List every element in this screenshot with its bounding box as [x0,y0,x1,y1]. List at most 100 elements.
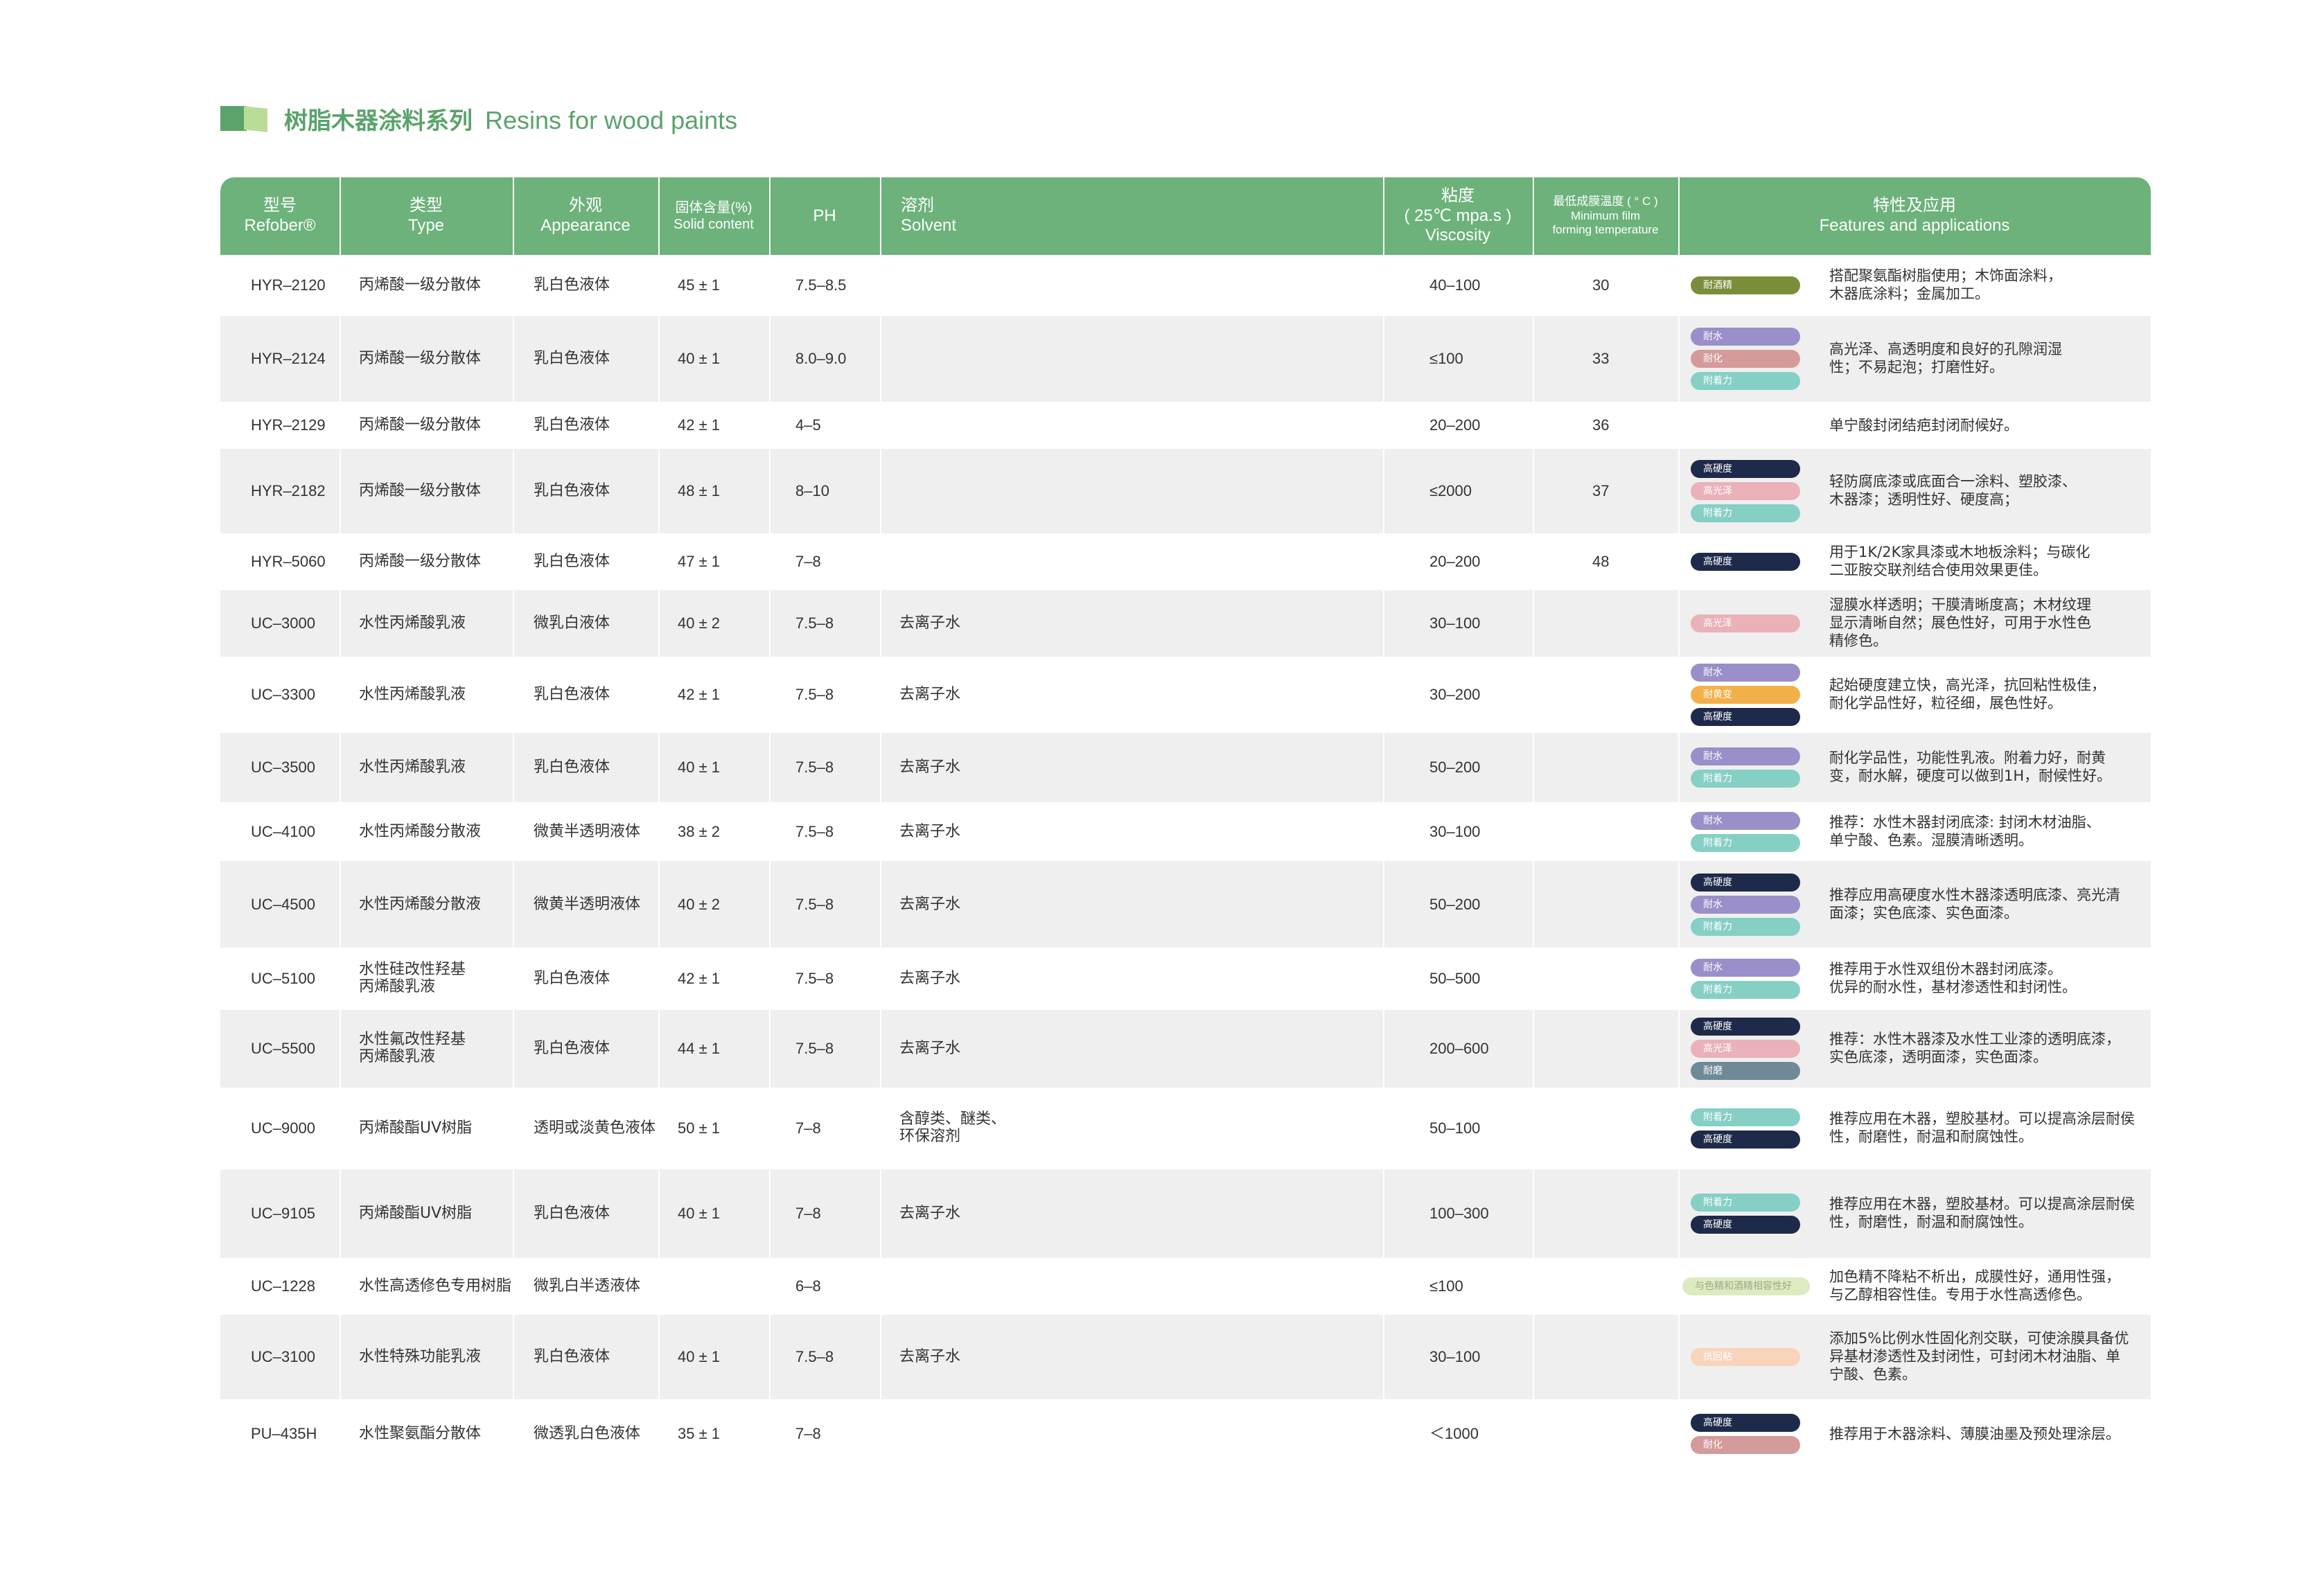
ph-cell-line: 8–10 [795,482,829,499]
type-cell-line: 水性丙烯酸乳液 [359,686,466,703]
features-cell: 轻防腐底漆或底面合一涂料、塑胶漆、 木器漆；透明性好、硬度高； [1829,472,2155,509]
col-solid: 固体含量(%) Solid content [674,200,754,232]
feature-badge: 附着力 [1691,1194,1800,1212]
type-cell-line: 水性氟改性羟基 [359,1031,466,1048]
viscosity-cell: 30–100 [1429,823,1480,840]
ph-cell-line: 4–5 [795,416,821,434]
features-cell: 单宁酸封闭结疤封闭耐候好。 [1829,416,2155,434]
viscosity-cell-line: 50–200 [1429,759,1481,776]
viscosity-cell-line: 50–200 [1429,895,1481,913]
type-cell-line: 丙烯酸酯UV树脂 [359,1205,473,1222]
features-line: 推荐：水性木器封闭底漆: 封闭木材油脂、 [1829,813,2101,831]
features-line: 精修色。 [1829,632,1887,649]
appearance-cell: 乳白色液体 [534,759,610,776]
feature-badge: 高光泽 [1691,1040,1800,1058]
feature-badge: 耐化 [1691,350,1800,368]
appearance-cell-line: 微透乳白色液体 [534,1425,641,1442]
table-row: PU–435H 水性聚氨酯分散体 微透乳白色液体 35 ± 1 7–8 ＜1000 高硬度耐… [220,1399,2151,1469]
solid-cell-line: 47 ± 1 [678,553,721,570]
type-cell-line: 丙烯酸乳液 [359,978,436,996]
features-line: 木器底涂料；金属加工。 [1829,285,1989,303]
model-cell: UC–3100 [251,1348,315,1365]
appearance-cell: 透明或淡黄色液体 [534,1119,655,1137]
features-line: 加色精不降粘不析出，成膜性好，通用性强， [1829,1268,2120,1285]
viscosity-cell-line: ≤100 [1429,1277,1463,1295]
feature-badge: 高光泽 [1691,482,1800,500]
feature-badge: 耐水 [1691,328,1800,346]
appearance-cell: 乳白色液体 [534,416,610,434]
model-cell-line: UC–4500 [251,895,315,913]
solid-cell: 38 ± 2 [678,823,720,840]
type-cell-line: 水性丙烯酸乳液 [359,759,466,776]
feature-badge: 高硬度 [1691,1216,1800,1234]
feature-badge: 耐水 [1691,747,1800,765]
ph-cell: 7.5–8 [795,823,834,840]
features-line: 显示清晰自然；展色性好，可用于水性色 [1829,614,2091,631]
feature-badge: 耐黄变 [1691,686,1800,704]
viscosity-cell: ＜1000 [1429,1425,1479,1442]
model-cell: HYR–2129 [251,416,326,434]
mfft-cell: 30 [1592,276,1609,294]
model-cell-line: HYR–2120 [251,276,326,294]
solvent-cell: 去离子水 [899,970,960,987]
appearance-cell: 乳白色液体 [534,350,610,367]
col-type: 类型 Type [407,196,445,235]
model-cell: UC–5100 [251,970,315,987]
features-cell: 推荐：水性木器封闭底漆: 封闭木材油脂、 单宁酸、色素。湿膜清晰透明。 [1829,813,2155,850]
features-line: 轻防腐底漆或底面合一涂料、塑胶漆、 [1829,473,2077,490]
solvent-cell-line: 去离子水 [899,1205,961,1222]
solid-cell-line: 44 ± 1 [678,1040,721,1057]
mfft-cell: 36 [1592,416,1609,434]
column-divider [1533,177,1534,1469]
table-row: UC–3500 水性丙烯酸乳液 乳白色液体 40 ± 1 7.5–8 去离子水 50–200… [220,733,2151,802]
solid-cell-line: 40 ± 1 [678,1205,721,1222]
column-divider [1678,177,1680,1469]
features-line: 二亚胺交联剂结合使用效果更佳。 [1829,562,2048,579]
model-cell: UC–1228 [251,1277,315,1295]
mfft-cell: 33 [1592,350,1609,367]
model-cell: HYR–2124 [251,350,326,367]
features-line: 优异的耐水性，基材渗透性和封闭性。 [1829,979,2077,996]
features-cell: 耐化学品性，功能性乳液。附着力好，耐黄 变，耐水解，硬度可以做到1H，耐候性好。 [1829,749,2155,786]
feature-badge: 耐水 [1691,811,1800,830]
feature-badge: 附着力 [1691,770,1800,788]
viscosity-cell-line: 30–100 [1429,1348,1481,1365]
appearance-cell-line: 微乳白液体 [534,614,610,632]
feature-badge: 高硬度 [1691,873,1800,892]
solid-cell: 44 ± 1 [678,1040,720,1057]
features-line: 木器漆；透明性好、硬度高； [1829,491,2018,508]
ph-cell-line: 7.5–8 [795,1040,834,1057]
ph-cell-line: 7–8 [795,553,821,570]
features-line: 宁酸、色素。 [1829,1366,1917,1383]
model-cell-line: HYR–5060 [251,553,326,570]
appearance-cell-line: 乳白色液体 [534,482,610,499]
model-cell: UC–4500 [251,896,315,913]
model-cell-line: UC–3300 [251,686,315,703]
features-line: 起始硬度建立快，高光泽，抗回粘性极佳， [1829,677,2106,693]
ph-cell: 7.5–8 [795,686,834,703]
model-cell: PU–435H [251,1425,317,1442]
viscosity-cell: 40–100 [1429,276,1480,294]
model-cell: UC–5500 [251,1040,315,1057]
feature-badge: 耐磨 [1691,1062,1800,1080]
viscosity-cell: ≤2000 [1429,482,1472,499]
model-cell: HYR–5060 [251,553,326,570]
feature-badge: 附着力 [1691,1108,1800,1126]
appearance-cell-line: 乳白色液体 [534,686,610,703]
model-cell-line: UC–9000 [251,1119,315,1137]
appearance-cell: 乳白色液体 [534,1040,610,1057]
solvent-cell: 去离子水 [899,1205,960,1222]
ph-cell-line: 7–8 [795,1205,821,1222]
model-cell-line: UC–3000 [251,614,315,632]
features-line: 实色底漆，透明面漆，实色面漆。 [1829,1049,2048,1066]
model-cell-line: UC–9105 [251,1205,315,1222]
solid-cell-line: 38 ± 2 [678,822,721,840]
features-line: 单宁酸、色素。湿膜清晰透明。 [1829,831,2033,849]
ph-cell: 7–8 [795,1425,821,1442]
feature-badge: 抗回粘 [1691,1348,1800,1366]
model-cell-line: PU–435H [251,1425,317,1442]
feature-badge: 高硬度 [1691,553,1800,571]
solvent-cell-line: 去离子水 [899,822,961,840]
solid-cell: 48 ± 1 [678,482,720,499]
ph-cell: 7.5–8 [795,896,834,913]
